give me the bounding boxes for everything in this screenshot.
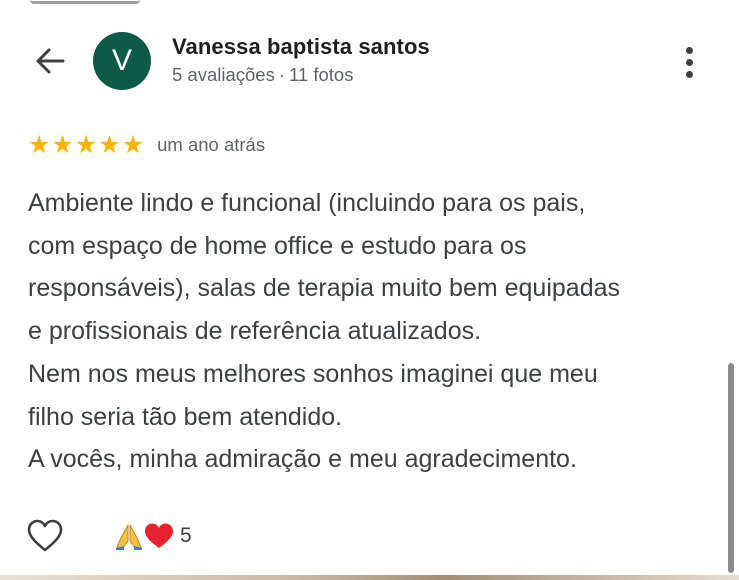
pray-emoji-icon	[116, 524, 142, 550]
star-rating: ★ ★ ★ ★ ★	[28, 131, 145, 159]
photos-count: 11 fotos	[289, 64, 354, 85]
review-line: com espaço de home office e estudo para …	[28, 231, 527, 260]
star-icon: ★	[121, 131, 145, 159]
reviews-count: 5 avaliações	[172, 64, 275, 85]
review-time: um ano atrás	[157, 134, 266, 155]
avatar[interactable]: V	[93, 32, 151, 90]
like-button[interactable]	[26, 517, 64, 555]
star-icon: ★	[98, 131, 121, 159]
red-heart-emoji-icon	[145, 523, 173, 548]
more-options-button[interactable]	[674, 40, 704, 84]
star-icon: ★	[74, 131, 98, 159]
scrollbar[interactable]	[728, 363, 734, 573]
review-line: Ambiente lindo e funcional (incluindo pa…	[28, 189, 586, 217]
review-header: V Vanessa baptista santos 5 avaliações ·…	[0, 30, 739, 92]
reaction-summary[interactable]: 5	[114, 521, 192, 551]
reactions-bar: 5	[26, 516, 192, 556]
more-vertical-icon	[685, 46, 693, 54]
review-line: A vocês, minha admiração e meu agradecim…	[28, 445, 577, 474]
rating-row: ★ ★ ★ ★ ★ um ano atrás	[28, 132, 265, 158]
heart-outline-icon	[27, 519, 63, 552]
star-icon: ★	[28, 131, 51, 159]
reviewer-name[interactable]: Vanessa baptista santos	[172, 34, 430, 60]
star-icon: ★	[51, 131, 74, 159]
avatar-letter: V	[111, 44, 132, 77]
arrow-left-icon	[36, 48, 65, 74]
reviewer-meta: 5 avaliações · 11 fotos	[172, 64, 353, 86]
review-line: Nem nos meus melhores sonhos imaginei qu…	[28, 359, 598, 388]
cropped-text-fragment	[30, 0, 140, 4]
review-line: responsáveis), salas de terapia muito be…	[28, 274, 621, 303]
review-body: Ambiente lindo e funcional (incluindo pa…	[28, 182, 728, 481]
review-line: e profissionais de referência atualizado…	[28, 317, 482, 346]
reaction-count: 5	[180, 524, 192, 547]
meta-separator: ·	[278, 64, 286, 85]
back-button[interactable]	[28, 44, 72, 78]
photo-strip-edge	[0, 575, 739, 580]
review-detail-screen: V Vanessa baptista santos 5 avaliações ·…	[0, 0, 739, 580]
review-line: filho seria tão bem atendido.	[28, 402, 343, 431]
